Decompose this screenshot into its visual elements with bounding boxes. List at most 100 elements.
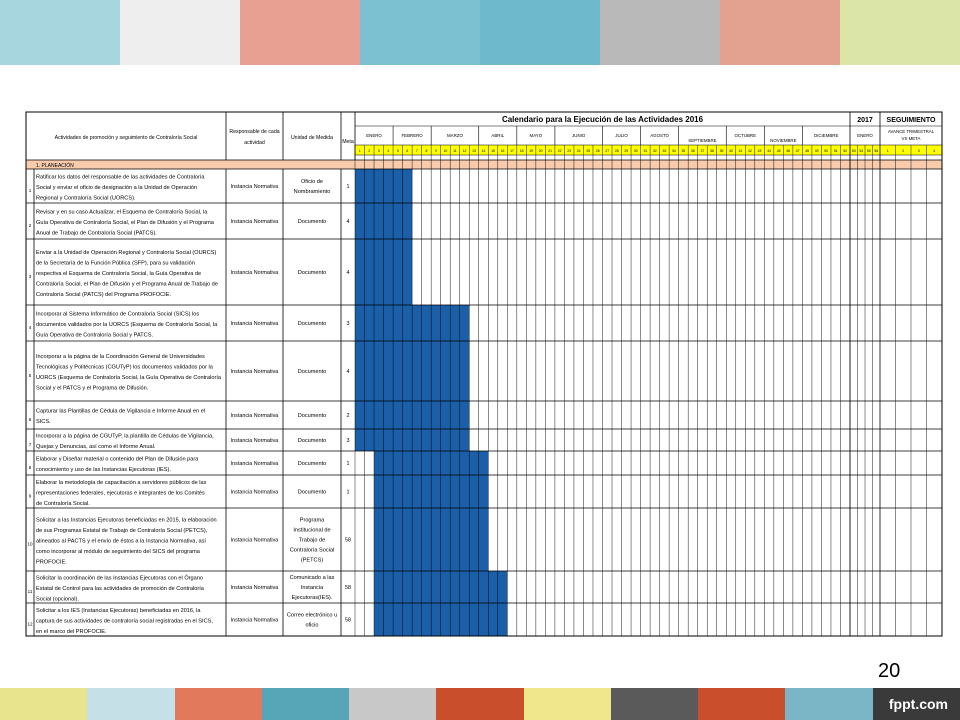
- unit-1-line-1: Oficio de: [301, 179, 323, 185]
- week-number-44: 44: [767, 149, 771, 153]
- row-number-6: 6: [29, 417, 32, 422]
- activity-9-line-2: representaciones federales, ejecutoras e…: [36, 490, 205, 496]
- week-number-9: 9: [435, 149, 437, 153]
- week-number-22: 22: [558, 149, 562, 153]
- activity-9-line-1: Elaborar la metodología de capacitación …: [36, 480, 207, 486]
- bottom-stripe-4: [261, 688, 350, 720]
- week-number-39: 39: [720, 149, 724, 153]
- calendar-title: Calendario para la Ejecución de las Acti…: [502, 115, 704, 124]
- week-number-49: 49: [815, 149, 819, 153]
- week-number-4: 4: [387, 149, 389, 153]
- row-number-3: 3: [29, 274, 32, 279]
- unit-11-line-2: Instancia: [301, 585, 324, 591]
- week-number-43: 43: [758, 149, 762, 153]
- meta-1: 1: [347, 184, 350, 190]
- meta-2: 4: [347, 219, 350, 225]
- week-number-30: 30: [634, 149, 638, 153]
- slide-content: Actividades de promoción y seguimiento d…: [0, 65, 960, 688]
- responsible-3: Instancia Normativa: [231, 270, 279, 276]
- activity-3-line-5: Contraloría Social (PATCS) del Programa …: [36, 292, 171, 298]
- week-number-26: 26: [596, 149, 600, 153]
- week-number-25: 25: [586, 149, 590, 153]
- week-number-13: 13: [472, 149, 476, 153]
- week-number-16: 16: [501, 149, 505, 153]
- activity-11-line-2: Estatal de Control para las actividades …: [36, 586, 205, 592]
- unit-3-line-1: Documento: [298, 270, 327, 276]
- meta-4: 3: [347, 321, 350, 327]
- week-number-36: 36: [691, 149, 695, 153]
- week-number-45: 45: [777, 149, 781, 153]
- unit-9-line-1: Documento: [298, 490, 327, 496]
- row-number-5: 5: [29, 373, 32, 378]
- week-number-48: 48: [805, 149, 809, 153]
- activity-10-line-4: como incorporar al módulo de seguimiento…: [36, 549, 201, 555]
- bottom-stripe-5: [349, 688, 437, 720]
- responsible-12: Instancia Normativa: [231, 618, 279, 624]
- week-number-19: 19: [529, 149, 533, 153]
- week-number-6: 6: [406, 149, 408, 153]
- activity-11-line-3: Social (opcional).: [36, 596, 79, 602]
- unit-10-line-2: Institucional de: [293, 528, 330, 534]
- week-number-37: 37: [701, 149, 705, 153]
- week-number-2: 2: [368, 149, 370, 153]
- unit-12-line-1: Correo electrónico u: [287, 613, 337, 619]
- meta-11: 58: [345, 585, 351, 591]
- week-number-23: 23: [567, 149, 571, 153]
- unit-11-line-3: Ejecutoras(IES).: [292, 595, 333, 601]
- week-number-33: 33: [662, 149, 666, 153]
- unit-2-line-1: Documento: [298, 219, 327, 225]
- activity-10-line-3: alineados al PACTS y el envío de éstos a…: [36, 538, 206, 544]
- header-unit: Unidad de Medida: [291, 135, 333, 141]
- unit-10-line-1: Programa: [300, 518, 325, 524]
- unit-8-line-1: Documento: [298, 461, 327, 467]
- activity-6-line-2: SICS.: [36, 419, 51, 425]
- activity-12-line-2: captura de sus actividades de contralorí…: [36, 618, 213, 624]
- month-label-3: MARZO: [447, 133, 463, 138]
- week-number-11: 11: [453, 149, 457, 153]
- week-number-55: 55: [867, 149, 871, 153]
- activity-2-line-1: Revisar y en su caso Actualizar, el Esqu…: [36, 209, 208, 215]
- activity-1-line-2: Social y enviar el oficio de designación…: [36, 185, 197, 191]
- week-number-56: 56: [874, 149, 878, 153]
- top-stripe-6: [600, 0, 720, 65]
- activity-10-line-1: Solicitar a las Instancias Ejecutoras be…: [36, 517, 217, 523]
- unit-11-line-1: Comunicado a las: [290, 575, 335, 581]
- row-number-7: 7: [29, 442, 32, 447]
- week-number-35: 35: [682, 149, 686, 153]
- activity-7-line-2: Quejas y Denuncias, así como el Informe …: [36, 444, 156, 450]
- week-number-52: 52: [843, 149, 847, 153]
- top-stripe-4: [360, 0, 480, 65]
- activity-3-line-1: Enviar a la Unidad de Operación Regional…: [36, 250, 216, 256]
- activity-9-line-3: de Contraloría Social.: [36, 501, 90, 507]
- activity-4-line-2: documentos validados por la UORCS (Esque…: [36, 322, 218, 328]
- activity-2-line-2: Guía Operativa de Contraloría Social, el…: [36, 220, 215, 226]
- meta-3: 4: [347, 270, 350, 276]
- activity-4-line-3: Guía Operativa de Contraloría Social y P…: [36, 332, 153, 338]
- responsible-6: Instancia Normativa: [231, 413, 279, 419]
- week-number-29: 29: [624, 149, 628, 153]
- responsible-9: Instancia Normativa: [231, 490, 279, 496]
- header-activities: Actividades de promoción y seguimiento d…: [55, 135, 198, 141]
- unit-10-line-3: Trabajo de: [299, 538, 326, 544]
- seguimiento-header: SEGUIMIENTO: [887, 117, 936, 124]
- meta-5: 4: [347, 369, 350, 375]
- week-number-17: 17: [510, 149, 514, 153]
- unit-6-line-1: Documento: [298, 413, 327, 419]
- header-responsible-line-1: Responsable de cada: [229, 129, 279, 135]
- top-stripe-1: [0, 0, 120, 65]
- week-number-40: 40: [729, 149, 733, 153]
- bottom-stripe-9: [698, 688, 786, 720]
- week-number-32: 32: [653, 149, 657, 153]
- week-number-1: 1: [359, 149, 361, 153]
- activity-5-line-3: UORCS (Esquema de Contraloría Social, la…: [36, 375, 222, 381]
- week-number-42: 42: [748, 149, 752, 153]
- unit-12-line-2: oficio: [305, 623, 318, 629]
- week-number-47: 47: [796, 149, 800, 153]
- responsible-10: Instancia Normativa: [231, 538, 279, 544]
- brand-logo: fppt.com: [888, 696, 948, 712]
- week-number-24: 24: [577, 149, 581, 153]
- week-number-5: 5: [397, 149, 399, 153]
- responsible-8: Instancia Normativa: [231, 461, 279, 467]
- row-number-8: 8: [29, 465, 32, 470]
- month-label-2: FEBRERO: [401, 133, 423, 138]
